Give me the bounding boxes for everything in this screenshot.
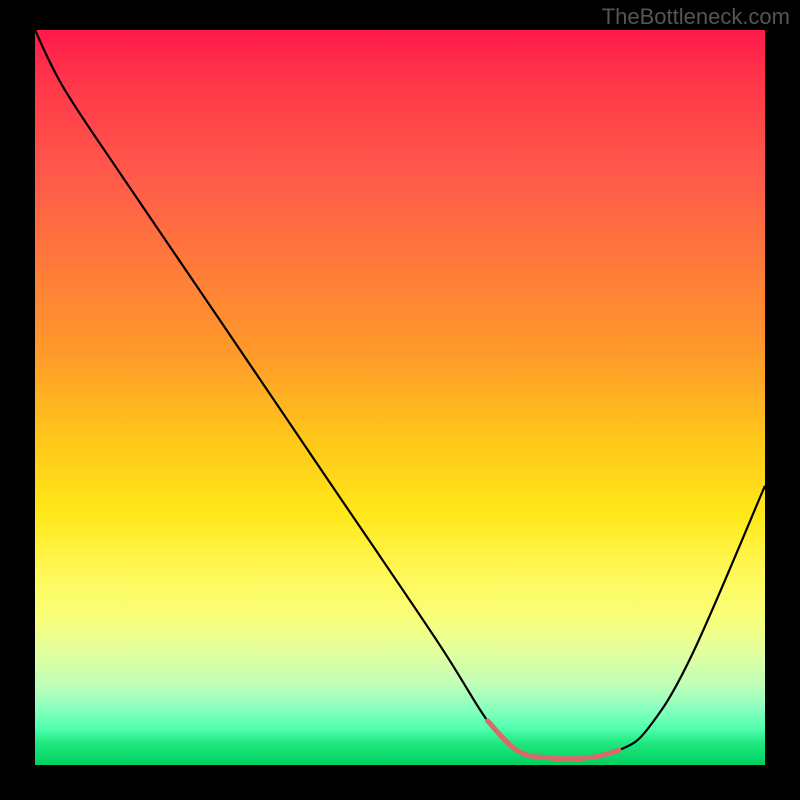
chart-plot-area — [35, 30, 765, 765]
chart-svg — [35, 30, 765, 765]
watermark-text: TheBottleneck.com — [602, 4, 790, 30]
highlight-segment — [488, 721, 619, 759]
bottleneck-curve — [35, 30, 765, 759]
